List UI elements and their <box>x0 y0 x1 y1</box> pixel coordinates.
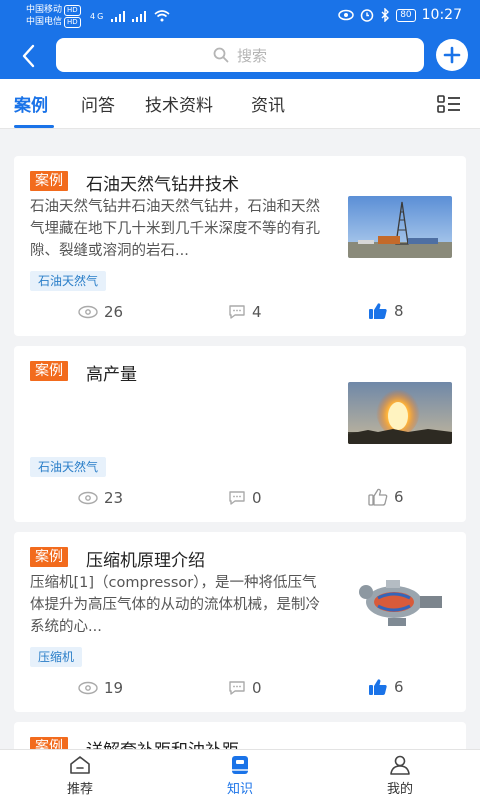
comment-icon <box>229 491 245 505</box>
app-header: 中国移动 HD 中国电信 HD 4G 80 10:27 搜索 <box>0 0 480 79</box>
signal-icon: 4G <box>90 9 170 22</box>
article-title: 高产量 <box>86 365 137 385</box>
category-tabs: 案例 问答 技术资料 资讯 <box>0 79 480 129</box>
like-count[interactable]: 6 <box>368 678 404 696</box>
category-tag: 案例 <box>30 171 68 191</box>
like-count-value: 6 <box>394 678 404 696</box>
like-count-value: 8 <box>394 302 404 320</box>
menu-button[interactable] <box>436 93 462 115</box>
topic-chip[interactable]: 石油天然气 <box>30 457 107 477</box>
back-button[interactable] <box>18 42 40 70</box>
nav-mine-label: 我的 <box>386 782 413 797</box>
alarm-icon <box>360 9 374 22</box>
carrier-info: 中国移动 HD 中国电信 HD <box>26 4 81 28</box>
eye-icon <box>78 681 98 695</box>
article-thumbnail <box>348 572 452 634</box>
view-count: 26 <box>78 303 123 321</box>
thumbs-up-outline-icon <box>368 488 388 506</box>
eye-icon <box>78 491 98 505</box>
comment-count-value: 0 <box>252 679 262 697</box>
eye-icon <box>338 9 354 21</box>
status-bar: 中国移动 HD 中国电信 HD 4G 80 10:27 <box>0 0 480 32</box>
comment-count[interactable]: 0 <box>228 679 262 697</box>
category-tag: 案例 <box>30 361 68 381</box>
tab-qa[interactable]: 问答 <box>81 91 115 116</box>
nav-knowledge-label: 知识 <box>226 782 253 797</box>
article-description: 石油天然气钻井石油天然气钻井，石油和天然气埋藏在地下几十米到几千米深度不等的有孔… <box>30 199 320 259</box>
carrier-2: 中国电信 <box>26 17 63 27</box>
status-right: 80 10:27 <box>338 7 462 23</box>
bottom-navigation: 推荐 知识 我的 <box>0 749 480 800</box>
comment-count-value: 0 <box>252 489 262 507</box>
view-count: 23 <box>78 489 123 507</box>
nav-recommend-label: 推荐 <box>66 782 93 797</box>
thumbs-up-icon <box>369 679 387 695</box>
like-count[interactable]: 6 <box>368 488 404 506</box>
nav-knowledge[interactable]: 知识 <box>200 754 280 797</box>
article-thumbnail <box>348 382 452 444</box>
topic-chip[interactable]: 石油天然气 <box>30 271 107 291</box>
chevron-left-icon <box>22 44 35 68</box>
add-button[interactable] <box>436 39 468 71</box>
view-count-value: 23 <box>104 489 124 507</box>
battery-indicator: 80 <box>396 8 416 22</box>
bluetooth-icon <box>381 8 390 22</box>
active-tab-indicator <box>14 125 54 128</box>
comment-count[interactable]: 4 <box>228 303 262 321</box>
article-card[interactable]: 案例 高产量 石油天然气 23 0 6 <box>14 346 466 522</box>
network-type: 4G <box>90 12 106 21</box>
comment-icon <box>229 305 245 319</box>
article-description: 压缩机[1]（compressor），是一种将低压气体提升为高压气体的从动的流体… <box>30 575 320 635</box>
article-title: 压缩机原理介绍 <box>86 551 205 571</box>
comment-icon <box>229 681 245 695</box>
search-placeholder: 搜索 <box>236 46 267 65</box>
plus-icon <box>443 46 461 64</box>
view-count: 19 <box>78 679 123 697</box>
topic-chip[interactable]: 压缩机 <box>30 647 83 667</box>
like-count-value: 6 <box>394 488 404 506</box>
like-count[interactable]: 8 <box>368 302 404 320</box>
tab-news[interactable]: 资讯 <box>251 91 285 116</box>
book-icon <box>232 756 248 774</box>
home-icon <box>70 756 90 774</box>
nav-mine[interactable]: 我的 <box>360 754 440 797</box>
eye-icon <box>78 305 98 319</box>
carrier-1: 中国移动 <box>26 5 63 15</box>
list-menu-icon <box>437 95 460 113</box>
article-title: 石油天然气钻井技术 <box>86 175 239 195</box>
user-icon <box>390 755 410 775</box>
hd-badge: HD <box>64 5 81 16</box>
article-card[interactable]: 案例 石油天然气钻井技术 石油天然气钻井石油天然气钻井，石油和天然气埋藏在地下几… <box>14 156 466 336</box>
comment-count-value: 4 <box>252 303 262 321</box>
view-count-value: 19 <box>104 679 124 697</box>
comment-count[interactable]: 0 <box>228 489 262 507</box>
tab-cases[interactable]: 案例 <box>14 91 48 116</box>
view-count-value: 26 <box>104 303 124 321</box>
article-card[interactable]: 案例 压缩机原理介绍 压缩机[1]（compressor），是一种将低压气体提升… <box>14 532 466 712</box>
hd-badge: HD <box>64 17 81 28</box>
clock: 10:27 <box>421 7 462 23</box>
thumbs-up-icon <box>369 303 387 319</box>
search-icon <box>213 47 229 63</box>
tab-tech-docs[interactable]: 技术资料 <box>145 91 213 116</box>
search-input[interactable]: 搜索 <box>56 38 424 72</box>
nav-recommend[interactable]: 推荐 <box>40 754 120 797</box>
wifi-icon <box>154 10 170 22</box>
article-thumbnail <box>348 196 452 258</box>
category-tag: 案例 <box>30 547 68 567</box>
